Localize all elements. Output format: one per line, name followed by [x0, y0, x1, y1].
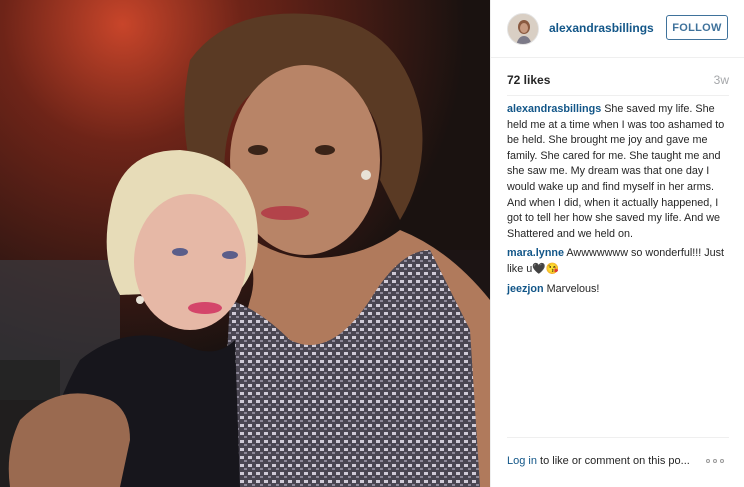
post-header: alexandrasbillings FOLLOW: [491, 0, 744, 58]
comments-list: alexandrasbillings She saved my life. Sh…: [507, 102, 733, 301]
likes-row: 72 likes 3w: [507, 73, 729, 89]
comment-username[interactable]: mara.lynne: [507, 247, 564, 259]
comment-username[interactable]: alexandrasbillings: [507, 103, 601, 115]
post-panel: alexandrasbillings FOLLOW 72 likes 3w al…: [490, 0, 744, 487]
dot-icon: [706, 459, 710, 463]
dot-icon: [720, 459, 724, 463]
list-item: alexandrasbillings She saved my life. Sh…: [507, 102, 733, 242]
post-age: 3w: [713, 73, 729, 87]
login-prompt: Log in to like or comment on this po...: [507, 455, 737, 467]
more-options-icon[interactable]: [706, 456, 728, 466]
follow-button[interactable]: FOLLOW: [666, 15, 728, 40]
likes-count[interactable]: 72 likes: [507, 73, 550, 87]
post-photo[interactable]: [0, 0, 490, 487]
photo-illustration: [0, 0, 490, 487]
avatar-image-icon: [508, 14, 538, 44]
comment-username[interactable]: jeezjon: [507, 283, 544, 295]
list-item: mara.lynne Awwwwwww so wonderful!!! Just…: [507, 246, 733, 277]
login-prompt-text: to like or comment on this po...: [536, 455, 690, 467]
avatar[interactable]: [507, 13, 539, 45]
list-item: jeezjon Marvelous!: [507, 282, 733, 298]
dot-icon: [713, 459, 717, 463]
divider: [507, 437, 729, 438]
comment-text: Marvelous!: [546, 282, 600, 295]
login-link[interactable]: Log in: [507, 455, 537, 467]
username-link[interactable]: alexandrasbillings: [549, 21, 654, 35]
comment-text: She saved my life. She held me at a time…: [507, 103, 725, 240]
divider: [507, 95, 729, 96]
